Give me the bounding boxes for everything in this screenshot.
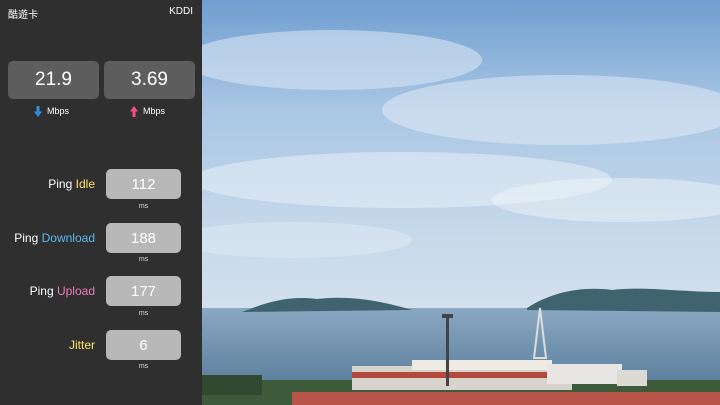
jitter-unit: ms — [138, 363, 149, 370]
ping-download-unit: ms — [138, 256, 149, 263]
upload-speed-box: 3.69 — [104, 61, 195, 99]
ping-idle-unit: ms — [138, 203, 149, 210]
ping-download-value: 188 — [130, 229, 157, 247]
download-speed-unit: Mbps — [47, 106, 70, 116]
metric-label-ping-download: Ping Download — [14, 231, 95, 245]
arrow-down-icon — [34, 105, 42, 117]
metric-keyword: Upload — [56, 284, 95, 298]
jitter-box: 6 — [106, 330, 181, 360]
ping-idle-box: 112 — [106, 169, 181, 199]
coastal-landscape-illustration — [202, 0, 720, 405]
ping-upload-unit: ms — [138, 310, 149, 317]
carrier-label-right: KDDI — [169, 6, 193, 17]
background-photo — [202, 0, 720, 405]
metric-prefix: Ping — [29, 284, 54, 298]
metric-prefix: Ping — [14, 231, 39, 245]
metric-keyword: Idle — [75, 177, 95, 191]
metric-prefix: Ping — [48, 177, 73, 191]
metric-label-ping-idle: Ping Idle — [48, 177, 95, 191]
carrier-label-left: 酷遊卡 — [8, 10, 38, 21]
ping-upload-value: 177 — [130, 282, 157, 300]
upload-speed-unit: Mbps — [143, 106, 166, 116]
metric-keyword: Download — [41, 231, 95, 245]
download-speed-value: 21.9 — [35, 69, 72, 90]
upload-speed-value: 3.69 — [131, 69, 168, 90]
arrow-up-icon — [130, 105, 138, 117]
download-speed-box: 21.9 — [8, 61, 99, 99]
results-panel: 酷遊卡 KDDI 21.9 Mbps 3.69 Mbps Ping Idle 1… — [0, 0, 202, 405]
metric-label-jitter: Jitter — [69, 338, 95, 352]
download-unit-row: Mbps — [34, 104, 69, 118]
ping-download-box: 188 — [106, 223, 181, 253]
ping-idle-value: 112 — [131, 175, 156, 193]
metric-label-ping-upload: Ping Upload — [30, 284, 95, 298]
jitter-value: 6 — [139, 336, 148, 354]
ping-upload-box: 177 — [106, 276, 181, 306]
upload-unit-row: Mbps — [130, 104, 165, 118]
metric-keyword: Jitter — [68, 338, 95, 352]
